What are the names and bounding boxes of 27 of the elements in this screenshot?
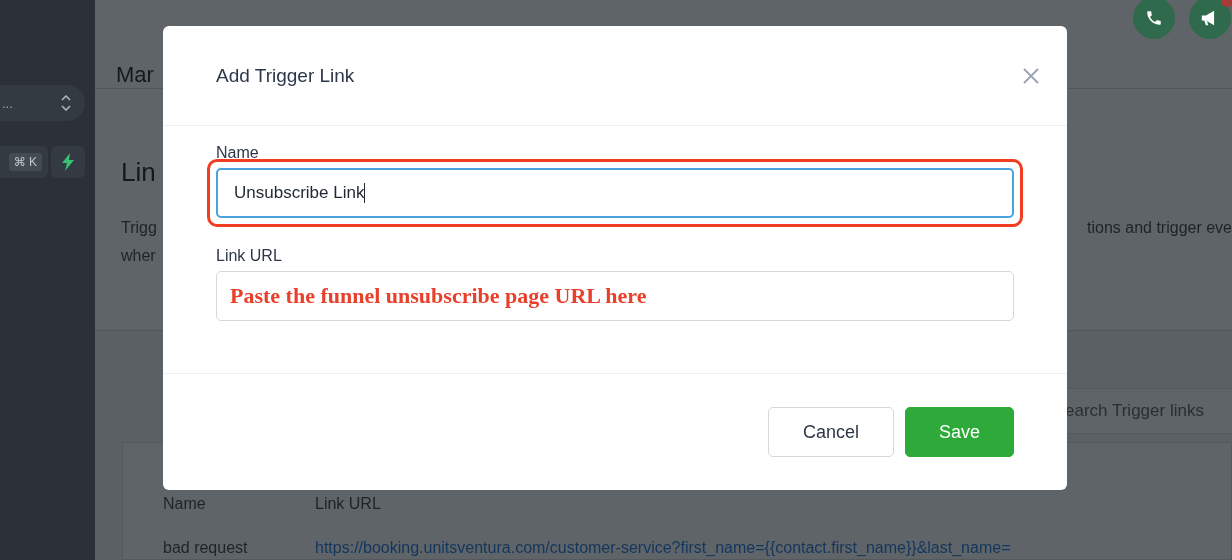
save-button[interactable]: Save [905,407,1014,457]
chevron-updown-icon [61,95,71,111]
cancel-button[interactable]: Cancel [768,407,894,457]
section-title: Lin [121,157,157,188]
description-text: tions and trigger eve [1087,218,1232,238]
announcements-button[interactable] [1189,0,1231,39]
field-label: Name [216,144,260,162]
field-label: Link URL [216,247,283,265]
phone-button[interactable] [1133,0,1175,39]
phone-icon [1145,9,1163,27]
dialog-title: Add Trigger Link [216,64,355,87]
column-header: Name [163,495,207,513]
lightning-icon [61,153,75,171]
search-shortcut-button[interactable]: ⌘ K [0,146,48,178]
location-switcher[interactable]: ... [0,85,85,121]
text-cursor [364,183,366,203]
quick-actions-button[interactable] [51,146,85,178]
description-text: wher [121,246,157,266]
input-field[interactable]: Unsubscribe Link [216,168,1014,218]
page-title: Mar [116,62,154,88]
input-field[interactable]: Paste the funnel unsubscribe page URL here [216,271,1014,321]
keyboard-shortcut: ⌘ K [8,153,42,171]
description-text: Trigg [121,218,157,238]
close-icon[interactable] [1023,67,1039,84]
column-header: Link URL [315,495,381,513]
table-cell-text: bad request [163,539,249,557]
annotation-text: Paste the funnel unsubscribe page URL here [230,283,647,309]
